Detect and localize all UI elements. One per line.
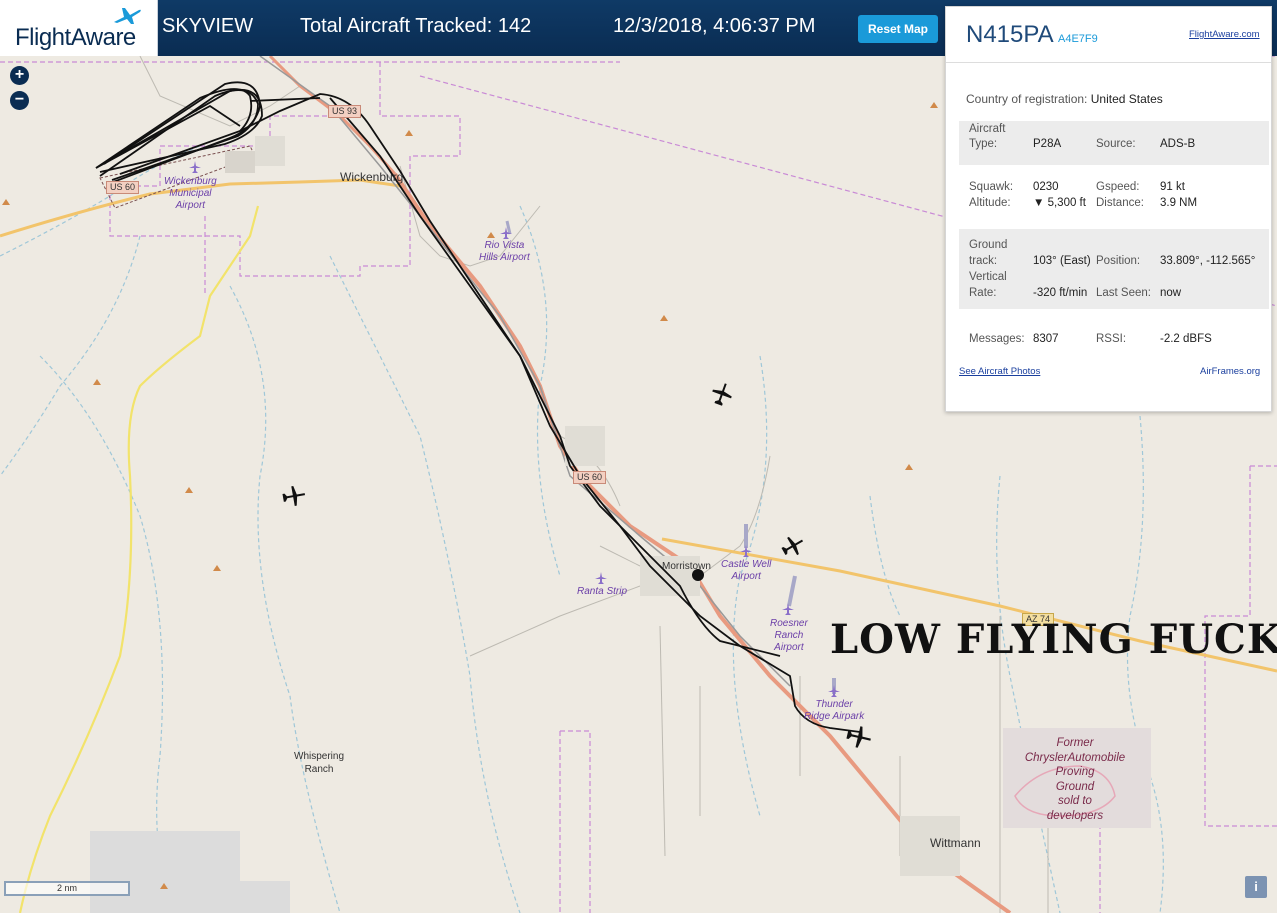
info-button[interactable]: i — [1245, 876, 1267, 898]
zoom-out-button[interactable]: − — [10, 91, 29, 110]
airport-label: Castle Well Airport — [721, 559, 772, 582]
country-row: Country of registration: United States — [966, 92, 1163, 106]
state-route-west — [18, 205, 260, 913]
airport-icon — [595, 572, 607, 584]
app-name: SKYVIEW — [162, 15, 254, 37]
place-label: Wickenburg — [340, 170, 404, 184]
airport-icon — [740, 545, 752, 557]
position-value: 33.809°, -112.565° — [1160, 255, 1256, 267]
skyview-app: FlightAware SKYVIEW Total Aircraft Track… — [0, 0, 1277, 913]
airframes-link[interactable]: AirFrames.org — [1200, 366, 1260, 377]
aircraft-photos-link[interactable]: See Aircraft Photos — [959, 366, 1040, 377]
info-block-type: Aircraft Type: P28A Source: ADS-B — [959, 121, 1269, 165]
aircraft-icon[interactable] — [781, 534, 805, 558]
vertical-rate-label: Vertical — [969, 271, 1007, 283]
reset-map-button[interactable]: Reset Map — [858, 15, 938, 43]
ground-track-label: Ground — [969, 239, 1008, 251]
aircraft-type-label: Aircraft — [969, 123, 1006, 135]
position-label: Position: — [1096, 255, 1141, 267]
place-label: Wittmann — [930, 836, 981, 850]
peak-markers — [2, 102, 938, 889]
vertical-rate-value: -320 ft/min — [1033, 287, 1088, 299]
messages-value: 8307 — [1033, 333, 1059, 345]
gspeed-label: Gspeed: — [1096, 181, 1140, 193]
scale-bar: 2 nm — [4, 881, 130, 896]
current-datetime: 12/3/2018, 4:06:37 PM — [613, 15, 816, 37]
squawk-label: Squawk: — [969, 181, 1014, 193]
flightaware-logo[interactable]: FlightAware — [0, 0, 158, 56]
vertical-rate-label: Rate: — [969, 287, 997, 299]
proving-ground-label: Former ChryslerAutomobile Proving Ground… — [1024, 737, 1126, 822]
distance-value: 3.9 NM — [1160, 197, 1198, 209]
panel-header: N415PA A4E7F9 FlightAware.com — [946, 7, 1271, 63]
info-block-track: Ground track: 103° (East) Position: 33.8… — [959, 229, 1269, 309]
airport-label: Roesner Ranch Airport — [770, 618, 808, 653]
airport-label: Ranta Strip — [577, 586, 628, 597]
aircraft-icon[interactable] — [710, 382, 734, 406]
airport-label: Rio Vista Hills Airport — [479, 240, 530, 263]
airport-label: Thunder Ridge Airpark — [804, 699, 865, 722]
airport-label: Wickenburg Municipal Airport — [164, 176, 217, 211]
gspeed-value: 91 kt — [1160, 181, 1185, 193]
last-seen-value: now — [1160, 287, 1182, 299]
info-block-signal: Messages: 8307 RSSI: -2.2 dBFS — [959, 323, 1269, 355]
aircraft-ident: N415PA — [966, 21, 1054, 48]
last-seen-label: Last Seen: — [1096, 287, 1151, 299]
aircraft-info-panel: N415PA A4E7F9 FlightAware.com Country of… — [945, 6, 1272, 412]
aircraft-tracked-count: Total Aircraft Tracked: 142 — [300, 15, 532, 37]
plane-logo-icon — [114, 8, 141, 24]
place-label: Morristown — [662, 561, 711, 572]
rssi-label: RSSI: — [1096, 333, 1127, 345]
aircraft-hex-code: A4E7F9 — [1058, 33, 1098, 45]
airport-icon — [782, 603, 794, 615]
distance-label: Distance: — [1096, 197, 1144, 209]
country-value: United States — [1090, 92, 1163, 106]
info-block-speed: Squawk: 0230 Gspeed: 91 kt Altitude: ▼ 5… — [959, 177, 1269, 217]
us60-main-road — [393, 172, 1012, 913]
minor-roads — [139, 56, 1049, 913]
airport-icon — [500, 227, 512, 239]
country-label: Country of registration: — [966, 92, 1088, 106]
zoom-in-button[interactable]: + — [10, 66, 29, 85]
selected-aircraft-icon[interactable] — [846, 724, 872, 750]
ground-track-label: track: — [969, 255, 998, 267]
squawk-value: 0230 — [1033, 181, 1059, 193]
highway-shield: US 93 — [328, 105, 362, 118]
highway-shield: US 60 — [573, 471, 607, 484]
rssi-value: -2.2 dBFS — [1160, 333, 1212, 345]
source-value: ADS-B — [1160, 138, 1196, 150]
flightaware-link[interactable]: FlightAware.com — [1189, 29, 1260, 40]
airport-icon — [828, 685, 840, 697]
aircraft-type-value: P28A — [1033, 138, 1062, 150]
place-label: Whispering Ranch — [294, 751, 345, 775]
source-label: Source: — [1096, 138, 1136, 150]
ground-track-value: 103° (East) — [1033, 255, 1091, 267]
airport-icon — [189, 161, 201, 173]
highway-shield: US 60 — [106, 181, 140, 194]
overlay-caption: LOW FLYING FUCK — [830, 616, 1277, 663]
altitude-label: Altitude: — [969, 197, 1011, 209]
messages-label: Messages: — [969, 333, 1025, 345]
logo-text: FlightAware — [15, 24, 136, 51]
aircraft-icon[interactable] — [282, 484, 306, 508]
aircraft-type-label: Type: — [969, 138, 998, 150]
altitude-value: ▼ 5,300 ft — [1033, 197, 1086, 209]
railway — [259, 56, 791, 687]
